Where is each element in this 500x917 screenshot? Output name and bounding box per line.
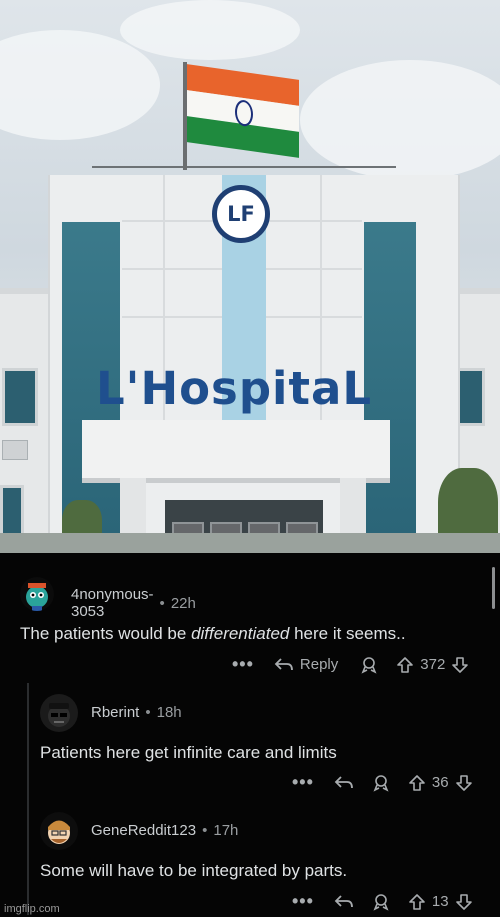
upvote-arrow-icon	[397, 656, 414, 673]
comment-text: The patients would be differentiated her…	[20, 624, 406, 644]
separator-dot: •	[145, 704, 151, 721]
comment-actions: ••• Reply 372	[232, 654, 469, 675]
timestamp: 22h	[170, 594, 196, 612]
comment-text-part: The patients would be	[20, 624, 192, 643]
username[interactable]: Rberint	[91, 704, 139, 721]
comment-header: 4nonymous-3053 • 22h	[71, 586, 196, 620]
comment-thread: 4nonymous-3053 • 22h The patients would …	[0, 553, 500, 917]
scrollbar[interactable]	[492, 567, 495, 609]
downvote-button[interactable]	[455, 774, 473, 792]
india-flag	[187, 64, 299, 158]
comment-text: Some will have to be integrated by parts…	[40, 861, 348, 880]
upvote-button[interactable]	[408, 893, 426, 911]
downvote-arrow-icon	[455, 774, 472, 791]
avatar[interactable]	[40, 694, 78, 732]
comment-text: Patients here get infinite care and limi…	[40, 743, 337, 762]
reply-button[interactable]: Reply	[274, 656, 338, 673]
comment-text-italic: differentiated	[191, 624, 290, 643]
upvote-button[interactable]	[408, 774, 426, 792]
lf-logo: LF	[212, 185, 270, 243]
reply-label: Reply	[299, 656, 339, 673]
vote-count: 372	[420, 656, 446, 673]
username[interactable]: 4nonymous-3053	[71, 586, 154, 620]
entrance-canopy	[82, 420, 390, 483]
window	[2, 368, 38, 426]
username[interactable]: GeneReddit123	[91, 822, 196, 839]
more-options-icon[interactable]: •••	[292, 772, 314, 793]
separator-dot: •	[202, 822, 208, 839]
avatar[interactable]	[40, 812, 78, 850]
vote-count: 13	[431, 893, 449, 910]
separator-dot: •	[159, 594, 165, 612]
award-icon[interactable]	[372, 774, 390, 792]
reply-button[interactable]	[334, 894, 354, 910]
reply-arrow-icon	[274, 657, 293, 670]
cloud	[300, 60, 500, 180]
timestamp: 18h	[156, 704, 182, 721]
downvote-arrow-icon	[455, 893, 472, 910]
imgflip-watermark: imgflip.com	[4, 903, 60, 915]
downvote-arrow-icon	[452, 656, 469, 673]
reply-arrow-icon	[334, 894, 353, 907]
upvote-arrow-icon	[409, 774, 425, 791]
ac-unit	[2, 440, 28, 460]
cloud	[120, 0, 300, 60]
vote-count: 36	[431, 774, 449, 791]
downvote-button[interactable]	[451, 656, 469, 674]
award-icon[interactable]	[372, 893, 390, 911]
more-options-icon[interactable]: •••	[292, 891, 314, 912]
reply-arrow-icon	[334, 775, 353, 788]
upvote-arrow-icon	[409, 893, 425, 910]
comment-header: GeneReddit123 • 17h	[91, 822, 238, 839]
comment-header: Rberint • 18h	[91, 704, 182, 721]
more-options-icon[interactable]: •••	[232, 654, 254, 675]
award-icon[interactable]	[360, 656, 378, 674]
upvote-button[interactable]	[396, 656, 414, 674]
comment-actions: ••• 36	[292, 772, 473, 793]
downvote-button[interactable]	[455, 893, 473, 911]
reply-button[interactable]	[334, 775, 354, 791]
avatar[interactable]	[20, 577, 54, 611]
ground	[0, 533, 500, 553]
comment-actions: ••• 13	[292, 891, 473, 912]
thread-line[interactable]	[27, 683, 29, 915]
hospital-sign: L'HospitaL	[96, 362, 373, 415]
timestamp: 17h	[213, 822, 239, 839]
hospital-photo: LF L'HospitaL	[0, 0, 500, 553]
comment-text-part: here it seems..	[289, 624, 406, 643]
